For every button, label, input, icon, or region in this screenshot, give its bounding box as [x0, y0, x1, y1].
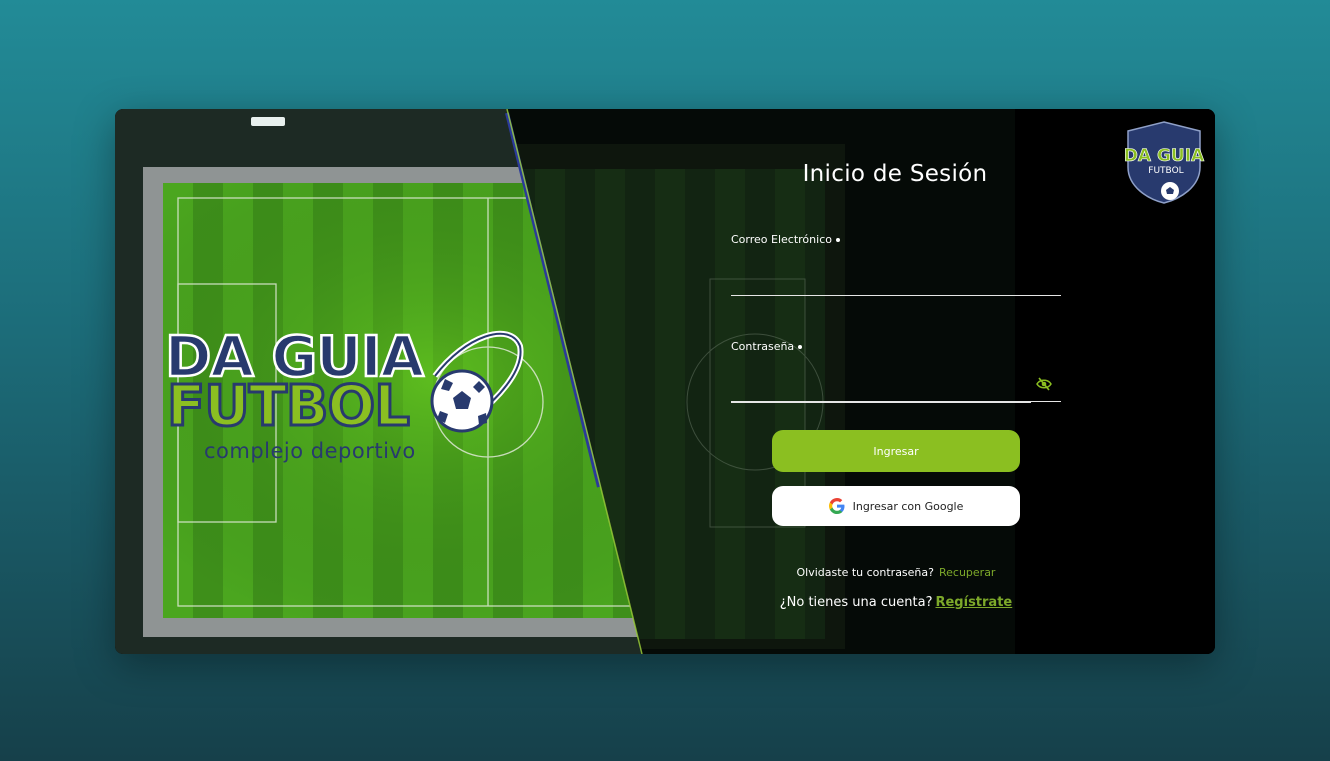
- required-dot: [835, 238, 840, 242]
- forgot-password-text: Olvidaste tu contraseña?: [796, 566, 934, 579]
- forgot-password-row: Olvidaste tu contraseña? Recuperar: [772, 566, 1020, 579]
- register-row: ¿No tienes una cuenta? Regístrate: [755, 595, 1037, 610]
- page-title: Inicio de Sesión: [802, 161, 988, 187]
- required-dot: [798, 345, 803, 349]
- password-field[interactable]: [731, 376, 1031, 403]
- google-icon: [828, 498, 845, 514]
- password-label-text: Contraseña: [731, 340, 795, 353]
- badge-text-line2: FUTBOL: [1148, 166, 1183, 176]
- google-button-label: Ingresar con Google: [852, 499, 964, 513]
- badge-text-line1: DA GUIA: [1124, 146, 1205, 166]
- register-link[interactable]: Regístrate: [935, 595, 1012, 610]
- soccer-ball-icon: [430, 369, 494, 433]
- recover-password-link[interactable]: Recuperar: [939, 566, 995, 579]
- eye-slash-icon[interactable]: [1036, 377, 1052, 391]
- logo-text-line2: FUTBOL: [167, 374, 409, 439]
- login-card: DA GUIA FUTBOL complejo deportivo DA GUI…: [115, 109, 1215, 654]
- email-label-text: Correo Electrónico: [731, 233, 832, 246]
- login-button[interactable]: Ingresar: [772, 430, 1020, 472]
- register-prompt-text: ¿No tienes una cuenta?: [779, 595, 933, 610]
- google-login-button[interactable]: Ingresar con Google: [772, 486, 1020, 526]
- email-field[interactable]: [731, 269, 1061, 296]
- password-underline: [731, 401, 1061, 402]
- password-label: Contraseña: [731, 340, 803, 353]
- email-label: Correo Electrónico: [731, 233, 840, 246]
- brand-badge-logo: DA GUIA FUTBOL: [1123, 121, 1205, 204]
- badge-ball-icon: [1161, 182, 1179, 200]
- brand-tagline: complejo deportivo: [204, 439, 416, 463]
